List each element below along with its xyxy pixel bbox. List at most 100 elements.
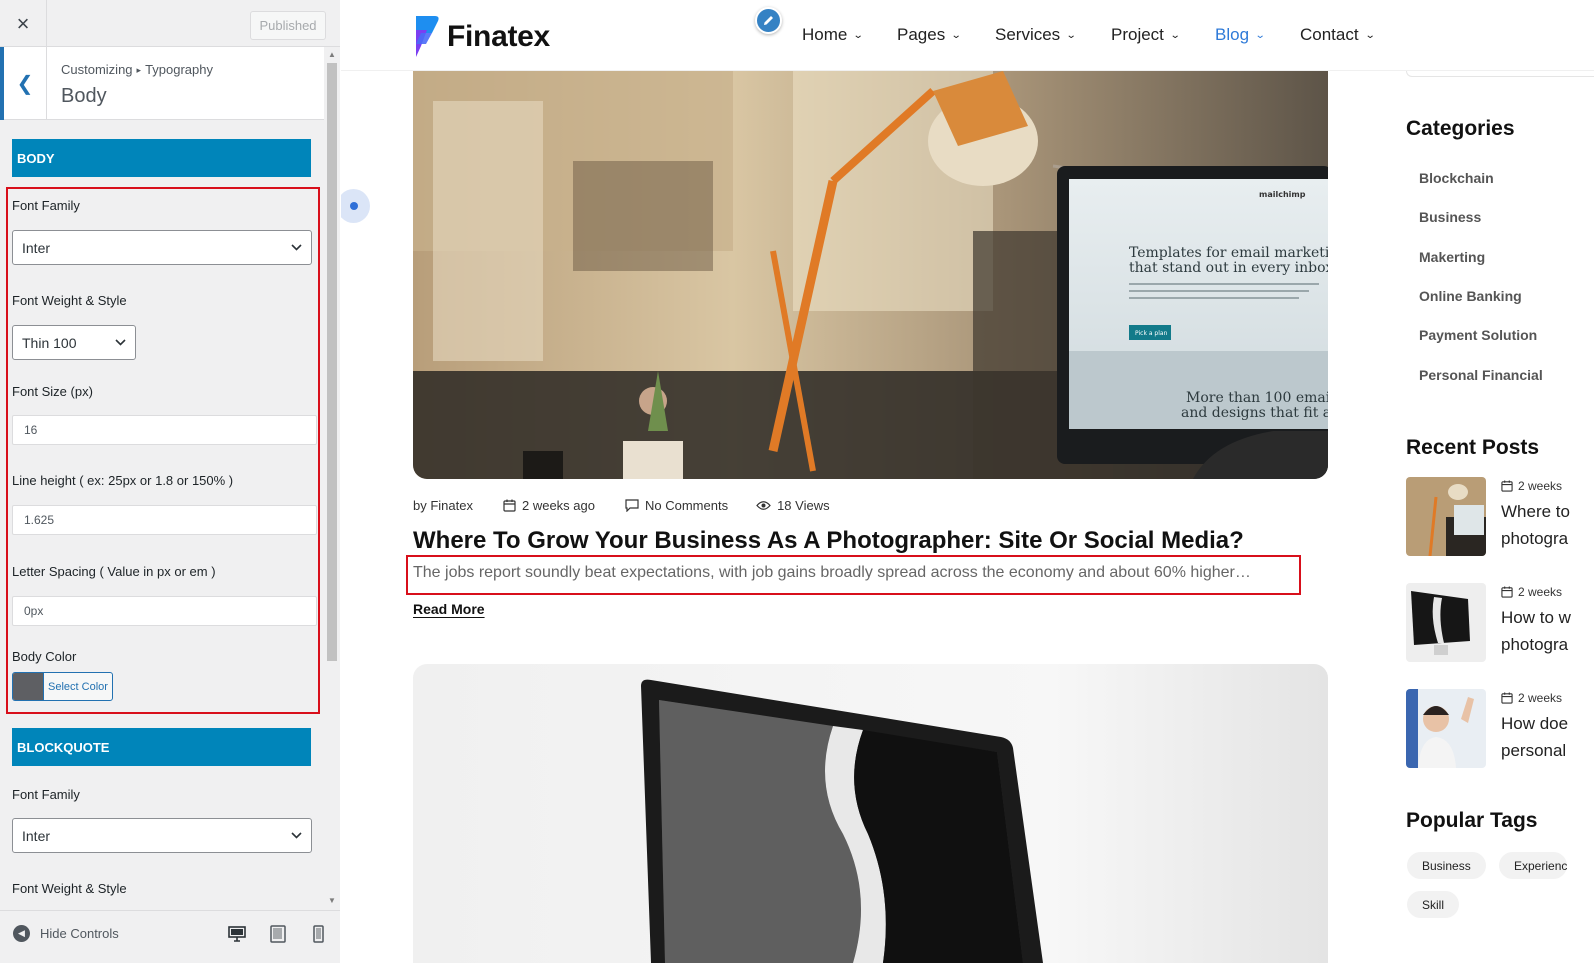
scrollbar-thumb[interactable] [327, 63, 337, 661]
recent-post-title[interactable]: Where to photogra [1501, 498, 1594, 552]
section-focus-dot[interactable] [341, 189, 370, 223]
dot-icon [349, 202, 358, 210]
nav-home[interactable]: Home ⌄ [802, 25, 864, 45]
post-date: 2 weeks ago [503, 498, 595, 513]
nav-project[interactable]: Project ⌄ [1111, 25, 1181, 45]
desktop-preview-icon[interactable] [228, 925, 246, 943]
recent-post-image-3 [1406, 689, 1486, 768]
recent-post-thumbnail[interactable] [1406, 583, 1486, 662]
font-family-value: Inter [22, 239, 51, 256]
panel-scrollbar[interactable]: ▲ ▼ [324, 47, 340, 910]
breadcrumb-root: Customizing [61, 62, 133, 77]
post-date-text: 2 weeks ago [521, 498, 595, 513]
chevron-down-icon [115, 339, 126, 346]
recent-post-image-1 [1406, 477, 1486, 556]
tag-link[interactable]: Experienc [1499, 852, 1568, 879]
calendar-icon [1501, 586, 1513, 598]
logo-mark-icon [416, 16, 439, 57]
nav-contact[interactable]: Contact ⌄ [1300, 25, 1375, 45]
sidebar-widget-edge [1406, 71, 1594, 77]
desk-photo: Templates for email marketing that stand… [413, 71, 1328, 479]
calendar-icon [503, 499, 516, 512]
recent-post-title-line: photogra [1501, 529, 1569, 548]
recent-post-title-line: photogra [1501, 635, 1569, 654]
recent-post-title-line: Where to [1501, 502, 1570, 521]
screen-text-line-3: More than 100 email te [1186, 390, 1328, 406]
nav-project-label: Project [1111, 25, 1164, 44]
tag-link[interactable]: Skill [1407, 891, 1460, 918]
recent-posts-heading: Recent Posts [1406, 436, 1540, 459]
blockquote-font-family-select[interactable]: Inter [12, 818, 312, 853]
post-author[interactable]: by Finatex [413, 498, 473, 513]
close-customizer-button[interactable]: × [0, 0, 47, 47]
post-views-text: 18 Views [777, 498, 830, 513]
line-height-label: Line height ( ex: 25px or 1.8 or 150% ) [12, 473, 234, 488]
post-title[interactable]: Where To Grow Your Business As A Photogr… [413, 527, 1244, 555]
screen-text-line-2: that stand out in every inbox [1129, 260, 1328, 276]
body-color-picker-button[interactable]: Select Color [12, 672, 113, 701]
publish-button[interactable]: Published [250, 11, 326, 40]
category-link[interactable]: Business [1419, 209, 1481, 225]
breadcrumb-separator-icon: ▸ [136, 65, 142, 75]
chevron-down-icon: ⌄ [1254, 29, 1266, 41]
mobile-preview-icon[interactable] [309, 925, 327, 943]
nav-contact-label: Contact [1300, 25, 1359, 44]
screen-button-text: Pick a plan [1135, 330, 1168, 337]
line-height-input[interactable]: 1.625 [12, 505, 317, 535]
category-link[interactable]: Online Banking [1419, 288, 1522, 304]
font-family-select[interactable]: Inter [12, 230, 312, 265]
post-comments[interactable]: No Comments [625, 498, 728, 513]
category-link[interactable]: Makerting [1419, 249, 1485, 265]
back-button[interactable]: ❮ [0, 47, 47, 120]
chevron-left-icon: ❮ [16, 73, 34, 95]
recent-post-thumbnail[interactable] [1406, 689, 1486, 768]
nav-services[interactable]: Services ⌄ [995, 25, 1077, 45]
hide-controls-button[interactable]: ◀ Hide Controls [13, 925, 119, 942]
recent-post-title[interactable]: How doe personal [1501, 710, 1594, 764]
chevron-down-icon: ⌄ [1169, 29, 1181, 41]
chevron-down-icon: ⌄ [1065, 29, 1077, 41]
font-weight-value: Thin 100 [22, 334, 77, 351]
recent-post-image-2 [1406, 583, 1486, 662]
category-link[interactable]: Blockchain [1419, 170, 1494, 186]
recent-post-date-text: 2 weeks [1518, 479, 1563, 493]
calendar-icon [1501, 692, 1513, 704]
screen-text-line-1: Templates for email marketing [1129, 245, 1328, 261]
site-header: Finatex Home ⌄ Pages ⌄ Services ⌄ Project ⌄ … [341, 0, 1594, 71]
site-logo[interactable]: Finatex [413, 16, 550, 57]
screen-text-line-4: and designs that fit any [1181, 405, 1328, 421]
nav-pages[interactable]: Pages ⌄ [897, 25, 962, 45]
post-comments-text: No Comments [644, 498, 729, 513]
monitor-photo [413, 664, 1328, 963]
letter-spacing-input[interactable]: 0px [12, 596, 317, 626]
logo-text: Finatex [447, 19, 550, 53]
eye-icon [756, 501, 771, 510]
recent-post-title[interactable]: How to w photogra [1501, 604, 1594, 658]
post-featured-image[interactable]: Templates for email marketing that stand… [413, 71, 1328, 479]
post-excerpt: The jobs report soundly beat expectation… [413, 564, 1251, 581]
nav-blog-label: Blog [1215, 25, 1250, 44]
nav-blog[interactable]: Blog ⌄ [1215, 25, 1266, 45]
font-size-input[interactable]: 16 [12, 415, 317, 445]
category-link[interactable]: Personal Financial [1419, 367, 1543, 383]
tag-link[interactable]: Business [1407, 852, 1486, 879]
select-color-label: Select Color [43, 673, 112, 700]
scroll-up-icon[interactable]: ▲ [328, 50, 336, 59]
panel-title: Body [61, 85, 107, 107]
post-featured-image-2[interactable] [413, 664, 1328, 963]
recent-post-thumbnail[interactable] [1406, 477, 1486, 556]
post-views: 18 Views [756, 498, 830, 513]
scroll-down-icon[interactable]: ▼ [328, 896, 336, 905]
tablet-preview-icon[interactable] [269, 925, 287, 943]
recent-post-date-text: 2 weeks [1518, 585, 1563, 599]
blockquote-font-weight-label: Font Weight & Style [12, 881, 127, 896]
post-author-text: by Finatex [413, 498, 473, 513]
panel-header: ❮ Customizing ▸ Typography Body [0, 47, 324, 120]
edit-shortcut-button[interactable] [755, 7, 782, 34]
category-link[interactable]: Payment Solution [1419, 327, 1537, 343]
recent-post-date: 2 weeks [1501, 691, 1562, 705]
read-more-link[interactable]: Read More [413, 601, 485, 617]
recent-post-date-text: 2 weeks [1518, 691, 1563, 705]
pencil-icon [764, 16, 773, 25]
font-weight-select[interactable]: Thin 100 [12, 325, 136, 360]
